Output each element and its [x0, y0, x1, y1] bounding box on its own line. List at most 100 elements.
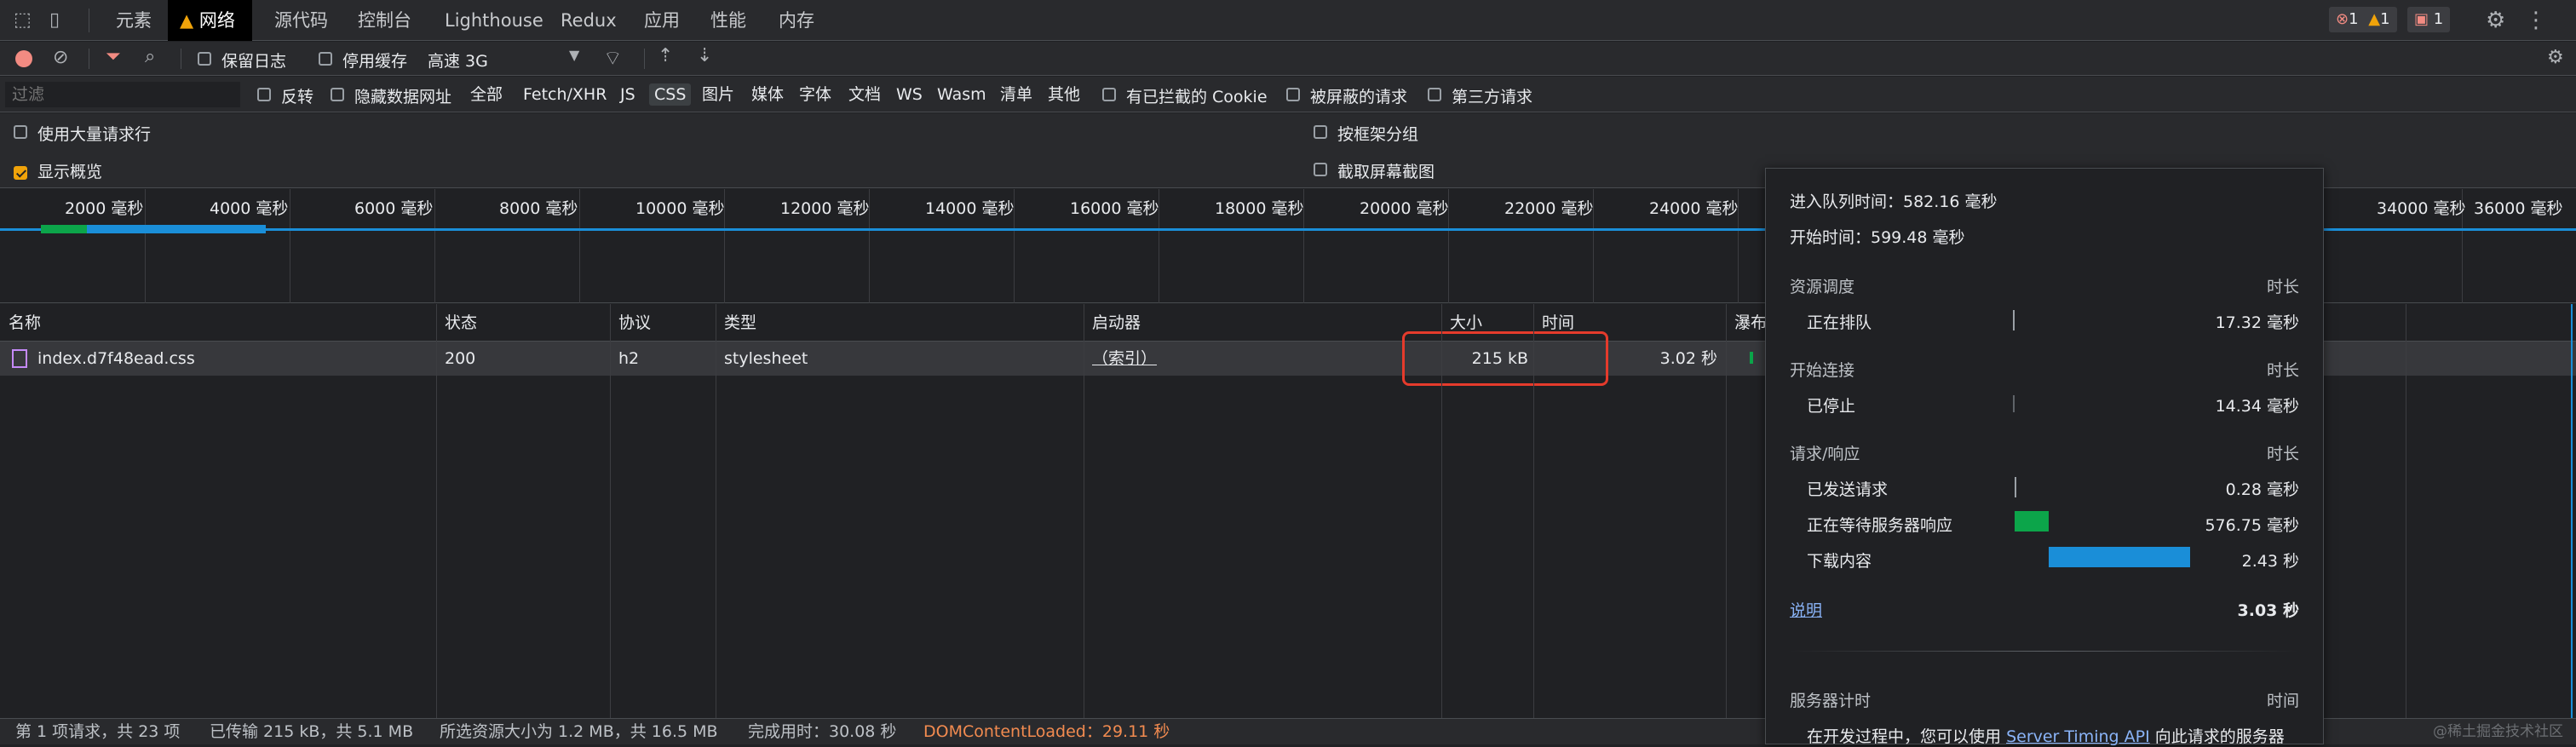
filter-bar: 反转 隐藏数据网址 全部 Fetch/XHR JS CSS 图片 媒体 字体 文… [0, 77, 2576, 112]
tick-label: 24000 毫秒 [1649, 199, 1739, 218]
tab-network[interactable]: ▲ 网络 [168, 0, 252, 41]
issues-icon: ▣ [2414, 10, 2429, 28]
preserve-log-checkbox[interactable] [198, 52, 211, 66]
filter-input[interactable] [5, 82, 240, 107]
explanation-link[interactable]: 说明 [1790, 598, 1822, 621]
overview-waiting-bar [41, 225, 87, 233]
row-initiator-link[interactable]: （索引） [1084, 342, 1157, 376]
blocked-requests-checkbox[interactable] [1286, 88, 1300, 101]
tick-label: 18000 毫秒 [1215, 199, 1304, 218]
row-protocol: h2 [618, 349, 640, 368]
blocked-cookies-checkbox[interactable] [1102, 88, 1116, 101]
section-title: 开始连接 [1790, 361, 1855, 380]
third-party-checkbox[interactable] [1428, 88, 1441, 101]
timing-label: 已发送请求 [1807, 480, 1889, 499]
filter-type-wasm[interactable]: Wasm [932, 83, 992, 106]
device-toolbar-icon[interactable]: ▯ [49, 0, 60, 41]
invert-label: 反转 [281, 88, 314, 106]
row-type: stylesheet [724, 349, 808, 368]
status-transferred: 已传输 215 kB，共 5.1 MB [210, 722, 414, 741]
filter-type-img[interactable]: 图片 [697, 83, 739, 106]
divider [644, 49, 645, 69]
filter-type-js[interactable]: JS [615, 83, 641, 106]
duration-header: 时长 [2266, 361, 2299, 380]
gear-icon[interactable]: ⚙ [2486, 0, 2505, 41]
large-rows-label: 使用大量请求行 [37, 125, 152, 144]
export-har-icon[interactable]: ⇣ [697, 45, 712, 66]
inspect-element-icon[interactable]: ⬚ [14, 0, 32, 41]
disable-cache-checkbox[interactable] [319, 52, 332, 66]
column-header-protocol[interactable]: 协议 [610, 304, 651, 342]
record-icon[interactable] [15, 50, 32, 67]
show-overview-checkbox[interactable] [14, 165, 27, 180]
filter-icon[interactable]: ⏷ [106, 46, 121, 67]
error-count: 1 [2349, 10, 2359, 28]
group-by-frame-checkbox[interactable] [1314, 125, 1327, 139]
tab-application[interactable]: 应用 [627, 0, 697, 41]
tab-memory[interactable]: 内存 [762, 0, 831, 41]
filter-type-manifest[interactable]: 清单 [995, 83, 1038, 106]
tick-label: 6000 毫秒 [354, 199, 434, 218]
disable-cache-label: 停用缓存 [342, 52, 408, 71]
duration-header: 时长 [2266, 278, 2299, 296]
server-timing-text: 在开发过程中，您可以使用 [1807, 727, 2002, 746]
network-conditions-icon[interactable]: ⌔ [603, 45, 623, 71]
column-divider [610, 304, 611, 718]
tick-label: 36000 毫秒 [2474, 199, 2563, 218]
column-header-waterfall[interactable]: 瀑布 [1726, 304, 1767, 342]
issues-counter[interactable]: ▣ 1 [2407, 7, 2451, 32]
column-header-name[interactable]: 名称 [0, 304, 41, 342]
timing-label: 下载内容 [1807, 552, 1872, 571]
tick-label: 4000 毫秒 [210, 199, 289, 218]
tab-performance[interactable]: 性能 [693, 0, 763, 41]
server-timing-api-link[interactable]: Server Timing API [2006, 727, 2150, 746]
filter-type-css[interactable]: CSS [649, 83, 692, 106]
row-name[interactable]: index.d7f48ead.css [29, 342, 195, 376]
capture-screenshots-label: 截取屏幕截图 [1337, 163, 1435, 181]
filter-type-media[interactable]: 媒体 [746, 83, 789, 106]
column-header-status[interactable]: 状态 [436, 304, 477, 342]
column-divider [1726, 304, 1727, 718]
tab-elements[interactable]: 元素 [99, 0, 169, 41]
filter-type-doc[interactable]: 文档 [843, 83, 886, 106]
throttling-value: 高速 3G [428, 52, 488, 71]
column-divider [1533, 304, 1534, 718]
capture-screenshots-checkbox[interactable] [1314, 163, 1327, 176]
clear-icon[interactable]: ⊘ [53, 47, 68, 68]
hide-data-urls-checkbox[interactable] [331, 88, 344, 101]
column-header-type[interactable]: 类型 [716, 304, 756, 342]
filter-type-ws[interactable]: WS [891, 83, 928, 106]
tab-sources[interactable]: 源代码 [257, 0, 345, 41]
search-icon[interactable]: ⌕ [145, 46, 155, 67]
filter-type-font[interactable]: 字体 [794, 83, 837, 106]
error-warning-counter[interactable]: ⊗1 ▲1 [2329, 7, 2397, 32]
load-event-line [2571, 304, 2573, 718]
invert-checkbox[interactable] [257, 88, 271, 101]
network-toolbar: ⊘ ⏷ ⌕ 保留日志 停用缓存 高速 3G ▼ ⌔ ⇡ ⇣ ⚙ [0, 42, 2576, 76]
tab-redux[interactable]: Redux [543, 0, 634, 41]
warning-icon: ▲ [2368, 10, 2381, 28]
total-duration: 3.03 秒 [2237, 601, 2300, 620]
timing-value: 0.28 毫秒 [2225, 480, 2299, 499]
filter-type-all[interactable]: 全部 [465, 83, 508, 106]
status-finish: 完成用时：30.08 秒 [748, 722, 897, 741]
timing-value: 17.32 毫秒 [2215, 313, 2299, 332]
filter-type-fetch-xhr[interactable]: Fetch/XHR [518, 83, 612, 106]
watermark: @稀土掘金技术社区 [2433, 723, 2563, 740]
filter-type-other[interactable]: 其他 [1043, 83, 1085, 106]
tab-lighthouse[interactable]: Lighthouse [428, 0, 561, 41]
timing-label: 正在等待服务器响应 [1807, 516, 1953, 535]
large-rows-checkbox[interactable] [14, 125, 27, 139]
row-waterfall-bar[interactable] [1750, 352, 1753, 364]
timing-bar-request-sent [2015, 477, 2016, 497]
status-dom-content-loaded: DOMContentLoaded：29.11 秒 [923, 722, 1170, 741]
warning-count: 1 [2380, 10, 2390, 28]
tick-label: 34000 毫秒 [2377, 199, 2466, 218]
preserve-log-label: 保留日志 [221, 52, 287, 71]
throttling-select[interactable]: 高速 3G ▼ [423, 45, 586, 71]
import-har-icon[interactable]: ⇡ [658, 45, 673, 66]
tab-console[interactable]: 控制台 [341, 0, 428, 41]
more-options-icon[interactable]: ⋮ [2525, 0, 2547, 41]
column-header-initiator[interactable]: 启动器 [1084, 304, 1141, 342]
settings-icon[interactable]: ⚙ [2547, 47, 2564, 68]
